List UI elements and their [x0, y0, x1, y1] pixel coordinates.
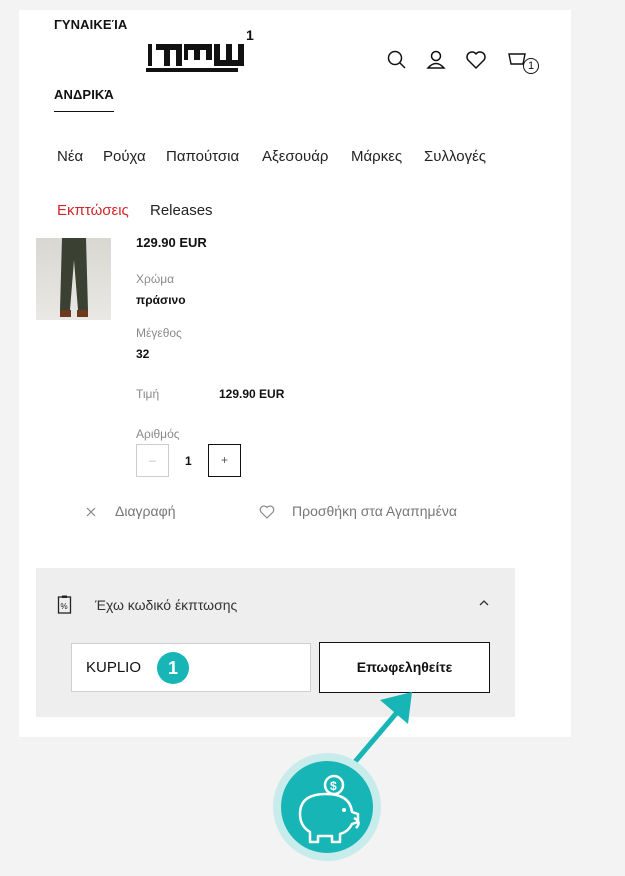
color-label: Χρώμα [136, 272, 175, 286]
cart-count-badge: 1 [523, 58, 539, 74]
price-label: Τιμή [136, 387, 160, 401]
apply-coupon-button[interactable]: Επωφεληθείτε [319, 642, 490, 693]
coupon-icon: % [57, 595, 72, 614]
size-label: Μέγεθος [136, 326, 182, 340]
svg-text:$: $ [330, 779, 337, 793]
nav-item-new[interactable]: Νέα [57, 148, 83, 165]
coupon-toggle[interactable]: Έχω κωδικό έκπτωσης [95, 597, 237, 613]
nav-item-clothing[interactable]: Ρούχα [103, 148, 146, 165]
coupon-code-input[interactable]: KUPLIO [71, 643, 311, 692]
close-icon[interactable] [85, 506, 97, 518]
product-price-top: 129.90 EUR [136, 235, 207, 250]
color-value: πράσινο [136, 293, 186, 307]
step-badge: 1 [157, 652, 189, 684]
nav-men[interactable]: ΑΝΔΡΙΚΆ [54, 87, 114, 112]
nav-item-sale[interactable]: Εκπτώσεις [57, 202, 129, 219]
svg-text:%: % [61, 602, 68, 611]
add-to-favorites-button[interactable]: Προσθήκη στα Αγαπημένα [292, 503, 457, 519]
quantity-increase-button[interactable]: + [208, 444, 241, 477]
nav-item-shoes[interactable]: Παπούτσια [166, 148, 239, 165]
price-value: 129.90 EUR [219, 387, 285, 401]
nav-item-accessories[interactable]: Αξεσουάρ [262, 148, 328, 165]
delete-button[interactable]: Διαγραφή [115, 503, 175, 519]
nav-women[interactable]: ΓΥΝΑΙΚΕΊΑ [54, 17, 127, 32]
nav-item-collections[interactable]: Συλλογές [424, 148, 486, 165]
account-icon[interactable] [424, 48, 448, 72]
piggy-bank-icon: $ [273, 753, 381, 861]
wishlist-icon[interactable] [464, 48, 488, 72]
quantity-decrease-button[interactable]: – [136, 444, 169, 477]
size-value: 32 [136, 347, 150, 361]
nav-item-brands[interactable]: Μάρκες [351, 148, 402, 165]
heart-icon[interactable] [258, 503, 276, 521]
product-image[interactable] [36, 238, 111, 320]
chevron-up-icon[interactable] [478, 598, 490, 608]
brand-logo[interactable]: 1 [126, 28, 258, 76]
svg-text:1: 1 [246, 28, 254, 43]
quantity-value[interactable]: 1 [185, 454, 192, 468]
nav-item-releases[interactable]: Releases [150, 202, 213, 219]
search-icon[interactable] [385, 48, 409, 72]
quantity-label: Αριθμός [136, 427, 180, 441]
